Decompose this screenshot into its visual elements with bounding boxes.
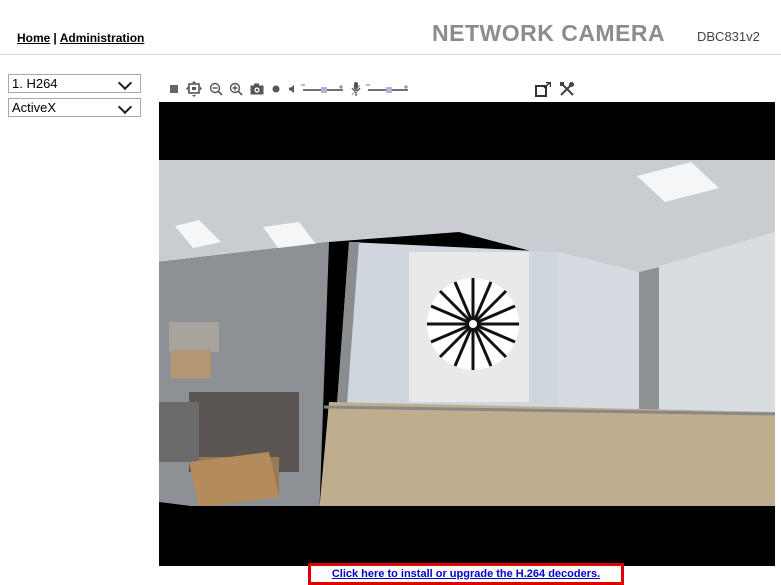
settings-icon[interactable] [558,80,576,98]
plugin-select[interactable]: ActiveX [8,98,141,117]
header-divider [0,54,781,55]
video-viewer[interactable] [159,102,775,566]
decoder-link-highlight: Click here to install or upgrade the H.2… [308,563,624,585]
record-icon[interactable] [270,80,282,98]
brand-title: NETWORK CAMERA [432,20,666,46]
live-video-feed [159,102,775,566]
microphone-icon[interactable] [349,80,363,98]
fullscreen-icon[interactable] [534,80,552,98]
model-name: DBC831v2 [697,29,760,44]
speaker-icon[interactable] [286,80,298,98]
top-nav: Home | Administration [17,31,144,45]
digital-ptz-icon[interactable] [184,80,204,98]
stream-select-value: 1. H264 [12,76,58,91]
zoom-out-icon[interactable] [208,80,224,98]
chevron-down-icon [117,75,133,91]
volume-slider[interactable] [301,80,345,98]
plugin-select-value: ActiveX [12,100,57,115]
chevron-down-icon [117,99,133,115]
stream-select[interactable]: 1. H264 [8,74,141,93]
mic-volume-slider[interactable] [366,80,410,98]
administration-link[interactable]: Administration [60,31,145,45]
nav-separator: | [53,31,57,45]
header: Home | Administration NETWORK CAMERA DBC83… [0,0,781,54]
snapshot-icon[interactable] [249,80,265,98]
zoom-in-icon[interactable] [228,80,244,98]
install-decoder-link[interactable]: Click here to install or upgrade the H.2… [332,568,600,580]
stop-icon[interactable] [168,80,180,98]
home-link[interactable]: Home [17,31,50,45]
